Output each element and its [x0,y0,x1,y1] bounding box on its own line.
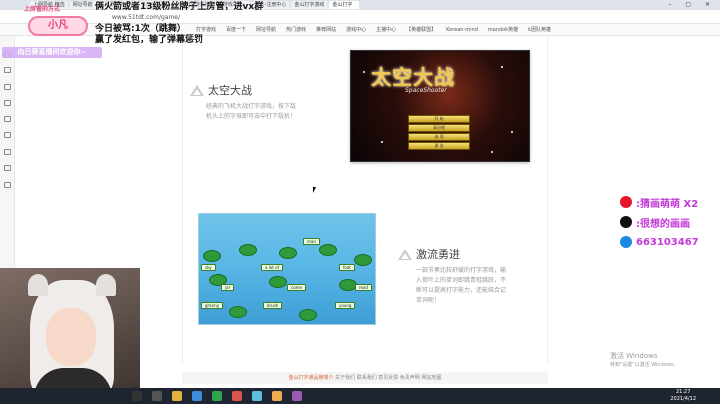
windows-activation-watermark: 激活 Windows 转到"设置"以激活 Windows。 [610,352,679,368]
bookmark-item[interactable]: 主播中心 [376,24,396,35]
app-icon[interactable] [272,391,282,401]
bookmark-item[interactable]: 热门游戏 [286,24,306,35]
qq-icon [620,236,632,248]
menu-exit-button: 退 出 [408,142,470,150]
word-label: young [335,302,356,309]
feature-title-space-war: 太空大战 [190,82,252,98]
app-icon[interactable] [4,182,11,188]
menu-options-button: 选 项 [408,133,470,141]
chat-icon[interactable] [4,132,11,138]
word-label: read [355,284,373,291]
bookmark-item[interactable]: Korean-mind [446,24,478,35]
overlay-counter: 今日被骂:1次（跳舞） [95,24,186,34]
note-icon[interactable] [4,100,11,106]
space-war-screenshot[interactable]: 太空大战 SpaceShooter 开 始 高分榜 选 项 退 出 [350,50,530,162]
mouse-cursor [313,187,316,193]
browser-tab[interactable]: 金山打字游戏 [291,1,328,9]
bookmark-item[interactable]: k团队英雄 [528,24,551,35]
download-icon[interactable] [4,84,11,90]
word-label: come [287,284,307,291]
word-label: man [303,238,320,245]
weibo-icon [620,196,632,208]
overlay-notice: 俩火箭或者13级粉丝牌子上房管，进vx群 [95,2,264,12]
webcam-face [46,308,96,366]
social-qq: 663103467 [620,232,720,252]
word-label: jar [221,284,235,291]
menu-highscore-button: 高分榜 [408,124,470,132]
browser-icon[interactable] [192,391,202,401]
logo-name: 小凡 [28,16,88,36]
lily-pad [319,244,337,256]
bookmark-item[interactable]: 网址导航 [256,24,276,35]
footer-highlight-link[interactable]: 金山打字通品牌简介 [289,375,334,381]
triangle-icon [398,248,412,260]
clock[interactable]: 21:27 2021/4/12 [670,389,696,403]
triangle-icon [190,84,204,96]
overlay-rule: 赢了发红包，输了弹幕惩罚 [95,35,204,45]
lily-pad [279,247,297,259]
game-menu: 开 始 高分榜 选 项 退 出 [408,115,470,151]
cart-icon[interactable] [4,165,11,171]
app-icon[interactable] [232,391,242,401]
game-logo: 太空大战 [371,65,455,89]
app-icon[interactable] [252,391,262,401]
feature-title-text: 太空大战 [208,84,252,97]
feature-desc-rapids: 一款节奏比较舒缓的打字游戏，输 入荷叶上的单词即跳青蛙跳跃，不 断可以提高打字能… [416,267,507,304]
window-controls[interactable]: – ▢ ✕ [668,1,716,8]
social-links: :猜画萌萌 X2 :很想的画画 663103467 [620,192,720,252]
url-field[interactable]: www.51tdt.com/game/ [112,13,392,22]
search-icon[interactable] [152,391,162,401]
lily-pad [269,276,287,288]
star-dot [381,141,383,143]
feature-desc-space-war: 经典的飞机大战打字游戏，按下敌 机头上的字母即可击中打下敌机！ [206,103,297,120]
lily-pad [229,306,247,318]
douyin-icon [620,216,632,228]
word-label: granny [201,302,224,309]
bookmark-item[interactable]: 推荐网站 [316,24,336,35]
app-icon[interactable] [292,391,302,401]
feature-title-text: 激流勇进 [416,248,460,261]
screen: 上网导航·精选 网址导航 免费游戏大全 4399小游戏 hzygt_游戏推荐 游… [0,0,720,404]
menu-start-button: 开 始 [408,115,470,123]
taskbar: 21:27 2021/4/12 [0,388,720,404]
app-icon[interactable] [212,391,222,401]
rapids-screenshot[interactable]: man sky a lot of foot jar come read gran… [198,213,376,325]
word-label: brush [263,302,283,309]
logo-caption: 上房管的方式 [24,6,61,13]
footer-links[interactable]: 关于我们 联系我们 意见反馈 免责声明 网站地图 [335,375,441,381]
history-icon[interactable] [4,67,11,73]
welcome-banner: 向日葵直播间欢迎你~ [2,47,102,58]
word-label: foot [339,264,355,271]
webcam-feed [0,268,140,404]
folder-icon[interactable] [172,391,182,401]
feature-title-rapids: 激流勇进 [398,246,460,262]
page-footer: 金山打字通品牌简介 关于我们 联系我们 意见反馈 免责声明 网站地图 [182,372,548,384]
game-subtitle: SpaceShooter [405,87,447,94]
ear-accessory [96,274,116,296]
mail-icon[interactable] [4,116,11,122]
browser-tab-active[interactable]: 金山打字 [329,1,360,9]
bookmark-item[interactable]: 百度一下 [226,24,246,35]
word-label: a lot of [261,264,283,271]
star-dot [511,131,513,133]
start-icon[interactable] [132,391,142,401]
lily-pad [239,244,257,256]
social-douyin: :很想的画画 [620,212,720,232]
lily-pad [299,309,317,321]
star-dot [501,66,503,68]
bookmark-item[interactable]: 【英雄联盟】 [406,24,436,35]
star-dot [363,71,365,73]
lily-pad [354,254,372,266]
star-dot [491,151,493,153]
bookmark-item[interactable]: 游戏中心 [346,24,366,35]
lily-pad [203,250,221,262]
ear-accessory [28,274,48,296]
social-weibo: :猜画萌萌 X2 [620,192,720,212]
bookmark-item[interactable]: mandok英雄 [488,24,518,35]
bookmark-item[interactable]: 打字游戏 [196,24,216,35]
streamer-logo: 上房管的方式 小凡 [0,0,92,46]
word-label: sky [201,264,216,271]
game-icon[interactable] [4,149,11,155]
